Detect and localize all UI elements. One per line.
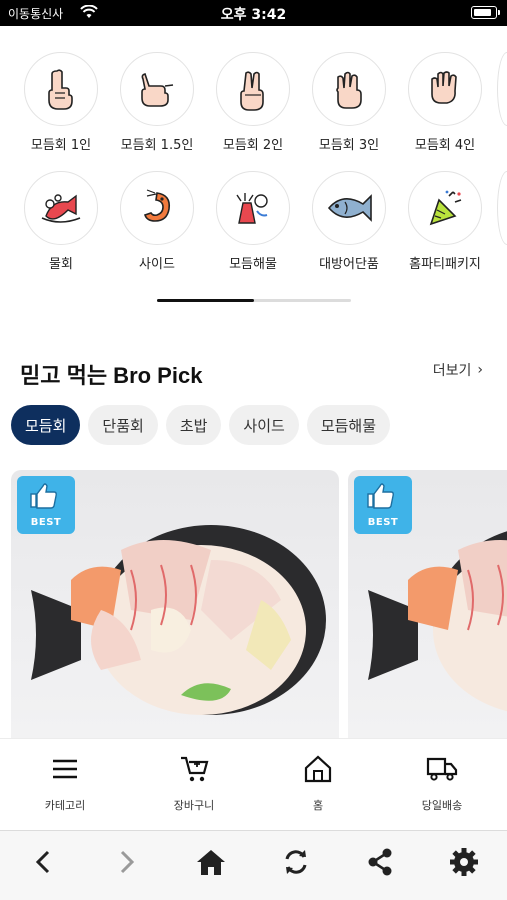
nav-label: 카테고리 [44,799,86,812]
best-badge-label: BEST [30,517,62,528]
nav-same-day-delivery[interactable]: 당일배송 [387,753,497,813]
seafood-icon [216,171,290,245]
status-bar: 이동통신사 오후 3:42 [0,0,507,26]
nav-label: 장바구니 [173,799,215,812]
category-item-9[interactable]: 대방어단품 [301,171,397,272]
chip-modeumhoe[interactable]: 모듬회 [11,405,81,445]
refresh-button[interactable] [276,845,316,879]
category-label: 물회 [49,257,73,272]
best-badge: BEST [17,476,75,534]
home-icon [263,753,373,785]
category-label: 모듬회 1인 [30,138,92,153]
more-link[interactable]: 더보기 › [433,360,483,380]
best-badge: BEST [354,476,412,534]
category-item-10[interactable]: 홈파티패키지 [397,171,493,272]
home-icon [197,850,225,875]
cold-raw-fish-icon [24,171,98,245]
category-item-3[interactable]: 모듬회 2인 [205,52,301,153]
forward-icon [120,850,135,874]
product-carousel: BEST BEST [0,470,507,738]
back-button[interactable] [23,845,63,879]
party-popper-icon [408,171,482,245]
more-link-label: 더보기 [432,363,472,379]
chip-side[interactable]: 사이드 [229,405,299,445]
browser-home-button[interactable] [191,845,231,879]
nav-cart[interactable]: 장바구니 [139,753,249,813]
hand-one-half-icon [120,52,194,126]
hand-one-finger-icon [24,52,98,126]
shrimp-icon [120,171,194,245]
hand-three-fingers-icon [312,52,386,126]
category-label: 모듬회 4인 [414,138,476,153]
nav-label: 홈 [312,799,324,812]
browser-toolbar [0,830,507,900]
category-grid: 모듬회 1인 모듬회 1.5인 모듬회 2인 모듬회 3인 모듬회 4인 물회 [0,40,507,290]
category-label: 모듬회 3인 [318,138,380,153]
nav-label: 당일배송 [421,799,463,812]
thumbs-up-icon [30,483,57,509]
chip-chobap[interactable]: 초밥 [165,405,222,445]
delivery-truck-icon [387,753,497,785]
thumbs-up-icon [367,483,394,509]
chip-modeumhaemul[interactable]: 모듬해물 [306,405,391,445]
yellowtail-fish-icon [312,171,386,245]
clock: 오후 3:42 [220,7,287,23]
forward-button[interactable] [107,845,147,879]
hand-two-fingers-icon [216,52,290,126]
category-item-5[interactable]: 모듬회 4인 [397,52,493,153]
category-item-2[interactable]: 모듬회 1.5인 [109,52,205,153]
category-item-6[interactable]: 물회 [13,171,109,272]
carousel-scroll-indicator [157,299,351,302]
menu-icon [10,753,120,785]
app-bottom-nav: 카테고리 장바구니 홈 당일배송 [0,738,507,830]
filter-chips: 모듬회 단품회 초밥 사이드 모듬해물 [11,405,391,445]
category-item-7[interactable]: 사이드 [109,171,205,272]
chip-danpumhoe[interactable]: 단품회 [88,405,158,445]
category-item-1[interactable]: 모듬회 1인 [13,52,109,153]
next-category-peek [497,52,507,126]
category-label: 모듬회 2인 [222,138,284,153]
back-icon [35,850,50,874]
share-button[interactable] [360,845,400,879]
settings-button[interactable] [444,845,484,879]
category-label: 사이드 [139,257,175,272]
nav-category[interactable]: 카테고리 [10,753,120,813]
chevron-right-icon: › [477,362,483,378]
best-badge-label: BEST [367,517,399,528]
settings-icon [450,848,478,876]
product-card[interactable]: BEST [11,470,339,738]
category-label: 대방어단품 [319,257,379,272]
category-item-8[interactable]: 모듬해물 [205,171,301,272]
refresh-icon [285,850,307,874]
category-label: 모듬회 1.5인 [120,138,194,153]
battery-icon [471,6,500,19]
category-label: 홈파티패키지 [409,257,481,272]
category-item-4[interactable]: 모듬회 3인 [301,52,397,153]
cart-icon [139,753,249,785]
hand-four-fingers-icon [408,52,482,126]
section-title: 믿고 먹는 Bro Pick [20,363,203,388]
next-category-peek [497,171,507,245]
nav-home[interactable]: 홈 [263,753,373,813]
carousel-scroll-thumb [157,299,254,302]
product-card[interactable]: BEST [348,470,507,738]
share-icon [368,848,392,876]
category-label: 모듬해물 [229,257,277,272]
